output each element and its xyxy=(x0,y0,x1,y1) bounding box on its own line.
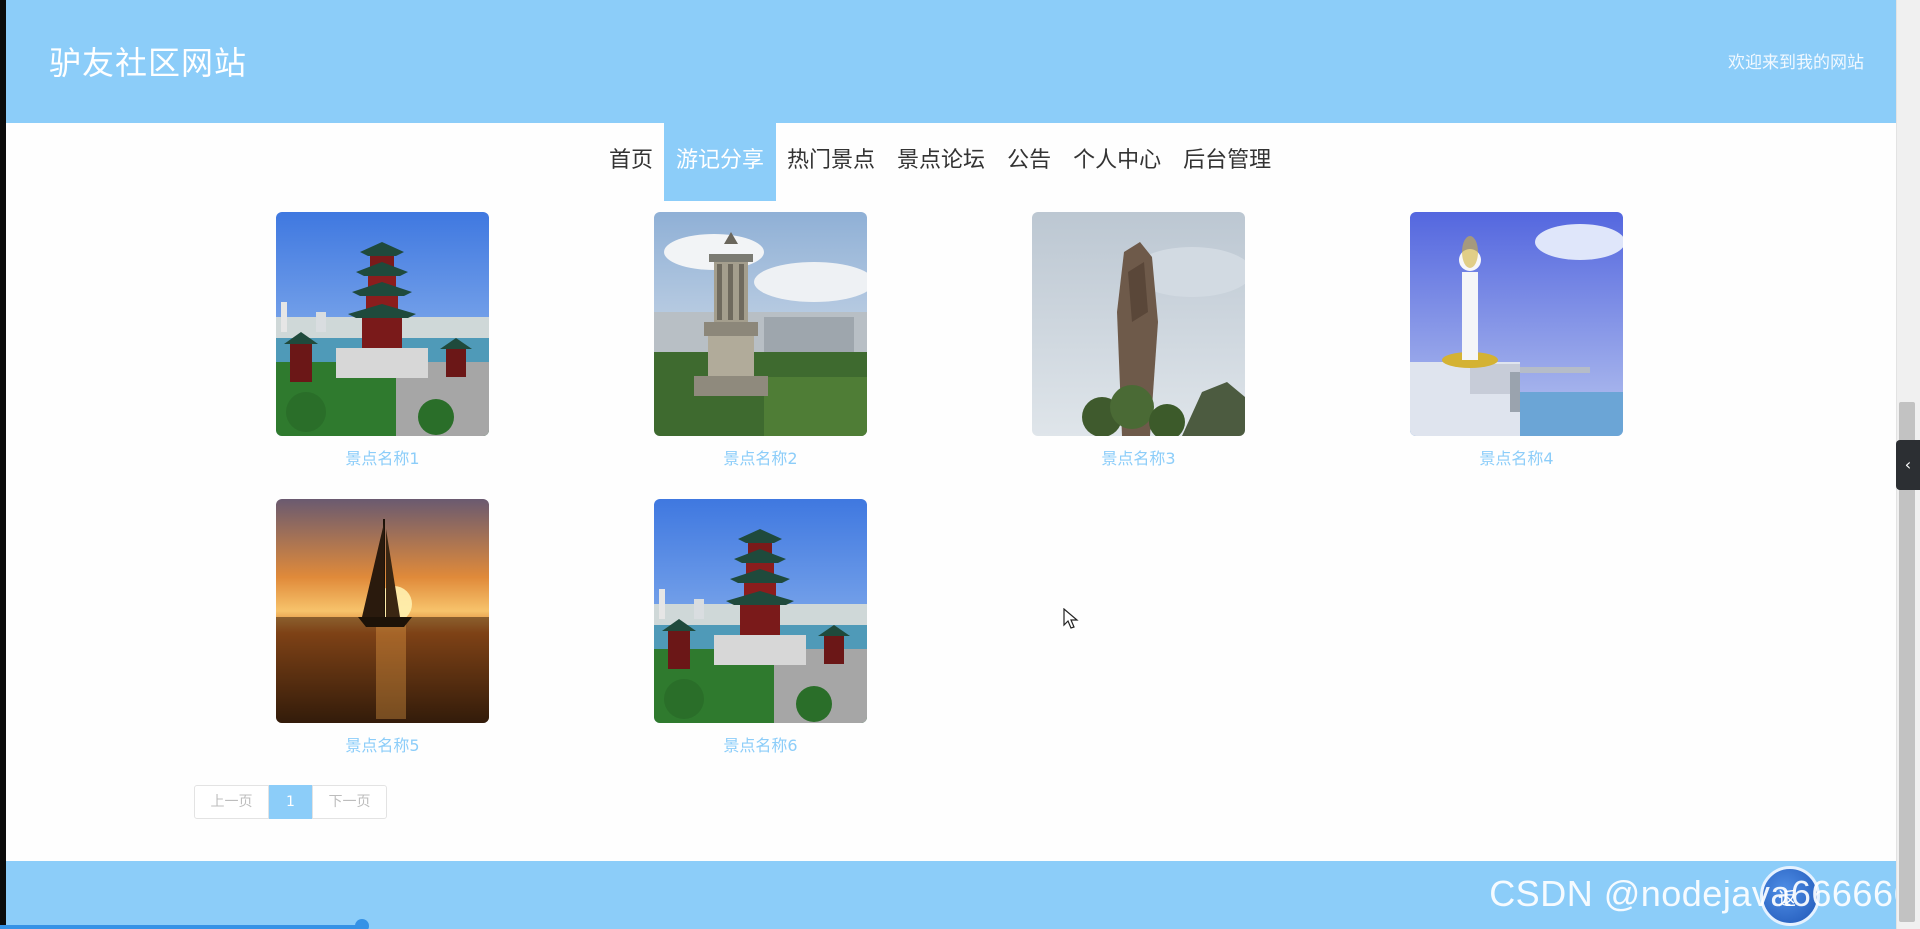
spot-name[interactable]: 景点名称3 xyxy=(1032,445,1245,469)
nav-item-hot-spots[interactable]: 热门景点 xyxy=(776,123,886,201)
page: 驴友社区网站 欢迎来到我的网站 首页 游记分享 热门景点 景点论坛 公告 个人中… xyxy=(0,0,1920,929)
welcome-text: 欢迎来到我的网站 xyxy=(1728,53,1864,73)
window-edge xyxy=(0,0,6,929)
progress-handle[interactable] xyxy=(355,919,369,929)
chevron-left-icon[interactable]: ‹ xyxy=(1896,440,1920,490)
nav-item-notice[interactable]: 公告 xyxy=(996,123,1062,201)
nav-item-travel-notes[interactable]: 游记分享 xyxy=(664,123,777,201)
rock-pillar-icon[interactable] xyxy=(1032,212,1245,436)
sailboat-icon[interactable] xyxy=(276,499,489,723)
csdn-watermark: CSDN @nodejava666666 xyxy=(1489,873,1914,914)
current-page-button[interactable]: 1 xyxy=(269,785,312,819)
main-nav: 首页 游记分享 热门景点 景点论坛 公告 个人中心 后台管理 xyxy=(598,123,1282,201)
nav-item-profile[interactable]: 个人中心 xyxy=(1062,123,1172,201)
spot-card[interactable]: 景点名称5 xyxy=(276,499,489,756)
mouse-cursor-icon xyxy=(1063,608,1079,629)
pagoda-icon[interactable] xyxy=(276,212,489,436)
spot-name[interactable]: 景点名称2 xyxy=(654,445,867,469)
spot-card[interactable]: 景点名称6 xyxy=(654,499,867,756)
spot-card[interactable]: 景点名称3 xyxy=(1032,212,1245,469)
pagoda-icon[interactable] xyxy=(654,499,867,723)
site-header: 驴友社区网站 欢迎来到我的网站 xyxy=(6,0,1896,123)
next-page-button[interactable]: 下一页 xyxy=(312,785,387,819)
spot-name[interactable]: 景点名称4 xyxy=(1410,445,1623,469)
nav-item-home[interactable]: 首页 xyxy=(598,123,664,201)
spot-card[interactable]: 景点名称4 xyxy=(1410,212,1623,469)
spot-card[interactable]: 景点名称2 xyxy=(654,212,867,469)
site-title[interactable]: 驴友社区网站 xyxy=(49,38,247,84)
spot-name[interactable]: 景点名称5 xyxy=(276,732,489,756)
pagination: 上一页 1 下一页 xyxy=(194,785,387,819)
spot-card[interactable]: 景点名称1 xyxy=(276,212,489,469)
page-progress-bar xyxy=(0,925,363,929)
statue-icon[interactable] xyxy=(1410,212,1623,436)
spot-name[interactable]: 景点名称6 xyxy=(654,732,867,756)
nav-item-admin[interactable]: 后台管理 xyxy=(1172,123,1282,201)
nav-item-forum[interactable]: 景点论坛 xyxy=(886,123,996,201)
spot-name[interactable]: 景点名称1 xyxy=(276,445,489,469)
prev-page-button[interactable]: 上一页 xyxy=(194,785,269,819)
monument-icon[interactable] xyxy=(654,212,867,436)
